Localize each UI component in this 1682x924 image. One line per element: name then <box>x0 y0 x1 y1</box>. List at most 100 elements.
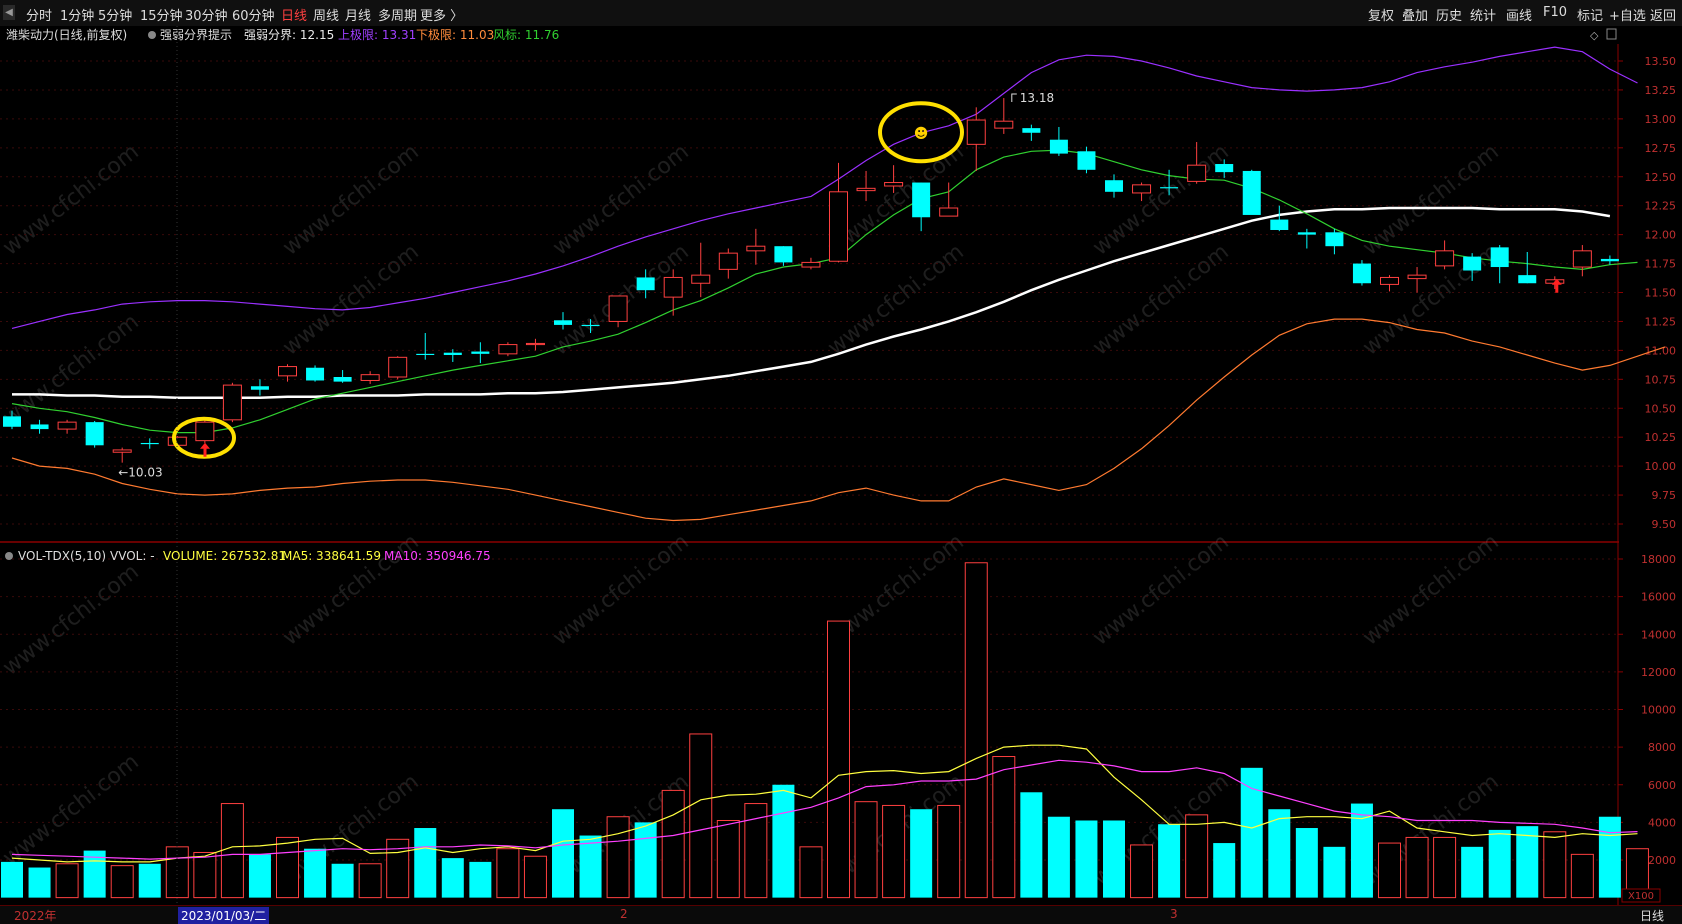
candle-body-up <box>112 449 132 453</box>
candle-body-down <box>140 442 159 445</box>
price-tick-label: 10.25 <box>1645 431 1677 444</box>
watermark-layer: www.cfchi.com www.cfchi.com www.cfchi.com w… <box>0 139 1504 890</box>
candle-body-up <box>388 356 408 378</box>
toolbar-button-4[interactable]: 画线 <box>1506 5 1532 24</box>
price-tick-label: 10.75 <box>1645 373 1677 386</box>
period-tab-5[interactable]: 60分钟 <box>232 5 275 24</box>
toolbar-button-6[interactable]: 标记 <box>1577 5 1603 24</box>
volume-bar-down <box>28 867 51 898</box>
price-tick-label: 11.00 <box>1645 344 1677 357</box>
candle-body-down <box>1242 170 1261 215</box>
candle-body-down <box>1160 187 1179 189</box>
candle-body-down <box>554 320 572 325</box>
candle-body-up <box>498 344 518 355</box>
watermark-text: www.cfchi.com <box>0 139 144 260</box>
indicator-name: 强弱分界提示 <box>160 27 232 42</box>
period-tab-4[interactable]: 30分钟 <box>185 5 228 24</box>
volume-field-1: MA5: 338641.59 <box>282 549 381 563</box>
period-tab-8[interactable]: 月线 <box>345 5 371 24</box>
volume-bar-up <box>523 855 547 899</box>
period-tab-10[interactable]: 更多 〉 <box>420 5 463 24</box>
candle-body-up <box>1187 164 1207 182</box>
candle-body-up <box>278 366 297 377</box>
volume-indicator-name: VOL-TDX(5,10) <box>18 549 106 563</box>
period-tab-0[interactable]: 分时 <box>26 5 52 24</box>
candle-body-down <box>1463 256 1482 271</box>
volume-bar-down <box>1103 820 1125 898</box>
candle-body-up <box>829 191 848 262</box>
period-tab-9[interactable]: 多周期 <box>378 5 417 24</box>
toolbar-button-8[interactable]: 返回 <box>1650 5 1676 24</box>
price-tick-label: 10.50 <box>1645 402 1677 415</box>
candle-body-up <box>1407 274 1427 280</box>
toolbar-button-7[interactable]: +自选 <box>1609 5 1646 24</box>
volume-tick-label: 2000 <box>1648 854 1676 867</box>
volume-bar-up <box>1405 836 1429 899</box>
volume-bar-up <box>358 863 382 899</box>
volume-tick-label: 16000 <box>1641 591 1676 604</box>
period-label: 日线 <box>1640 909 1665 923</box>
indicator-field-1: 上极限: 13.31 <box>338 28 416 42</box>
period-tab-7[interactable]: 周线 <box>313 5 339 24</box>
candle-body-down <box>1518 275 1537 284</box>
candle-body-down <box>636 277 655 291</box>
volume-bar-up <box>661 789 685 899</box>
candle-body-down <box>774 246 793 263</box>
stock-title: 潍柴动力(日线,前复权) <box>6 27 127 42</box>
candle-body-up <box>746 245 766 252</box>
watermark-text: www.cfchi.com <box>278 139 423 260</box>
volume-field-2: MA10: 350946.75 <box>384 549 491 563</box>
watermark-text: www.cfchi.com <box>548 529 693 650</box>
candle-body-up <box>801 261 821 268</box>
candle-body-up <box>691 274 711 284</box>
indicator-settings-icon <box>148 31 156 39</box>
volume-header: VOL-TDX(5,10) VVOL: - VOLUME: 267532.81MA5… <box>5 549 491 563</box>
volume-tick-label: 8000 <box>1648 741 1676 754</box>
candle-body-down <box>1049 139 1068 154</box>
toolbar-button-5[interactable]: F10 <box>1543 5 1567 20</box>
period-tab-2[interactable]: 5分钟 <box>98 5 132 24</box>
candle-body-up <box>360 374 380 381</box>
candle-body-up <box>525 342 545 346</box>
price-tick-label: 12.25 <box>1645 200 1677 213</box>
volume-bar-up <box>1185 814 1209 899</box>
volume-bar-down <box>579 835 602 898</box>
toolbar-button-3[interactable]: 统计 <box>1470 5 1496 24</box>
volume-field-0: VOLUME: 267532.81 <box>163 549 286 563</box>
candle-body-up <box>884 182 904 187</box>
period-toolbar: ◀ 分时 1分钟 5分钟 15分钟 30分钟 60分钟 日线 周线 月线 多周期 更多 〉 复权 叠加… <box>0 0 1682 27</box>
volume-bar-up <box>716 819 740 899</box>
candle-body-down <box>333 376 352 382</box>
volume-bar-down <box>1 861 23 898</box>
candle-body-up <box>1132 184 1152 194</box>
period-tab-3[interactable]: 15分钟 <box>140 5 183 24</box>
volume-bar-up <box>606 816 630 899</box>
volume-bar-down <box>248 854 271 898</box>
volume-bar-up <box>1433 836 1457 899</box>
cursor-date-label: 2023/01/03/二 <box>178 907 270 924</box>
candle-body-down <box>1105 180 1123 192</box>
candle-body-up <box>966 119 986 145</box>
price-tick-label: 11.75 <box>1645 258 1677 271</box>
candle-body-down <box>1297 232 1316 235</box>
period-tab-6[interactable]: 日线 <box>281 5 307 24</box>
toolbar-button-1[interactable]: 叠加 <box>1402 5 1428 24</box>
indicator-field-0: 强弱分界: 12.15 <box>244 28 334 42</box>
volume-bar-down <box>634 822 657 898</box>
volume-bar-down <box>441 858 464 898</box>
toolbar-button-2[interactable]: 历史 <box>1436 5 1462 24</box>
candle-body-up <box>718 252 738 270</box>
series-line-上极限 <box>11 46 1638 329</box>
watermark-text: www.cfchi.com <box>278 239 423 360</box>
volume-settings-icon <box>5 552 13 560</box>
high-price-marker <box>1011 93 1017 103</box>
nav-left-icon[interactable]: ◀ <box>3 5 15 20</box>
price-tick-label: 11.50 <box>1645 287 1677 300</box>
period-tab-1[interactable]: 1分钟 <box>60 5 94 24</box>
volume-bar-down <box>1158 824 1181 898</box>
toolbar-button-0[interactable]: 复权 <box>1368 5 1394 24</box>
candle-body-down <box>416 353 435 356</box>
price-tick-label: 13.00 <box>1645 113 1677 126</box>
volume-bar-up <box>689 733 713 899</box>
candle-body-down <box>581 324 600 327</box>
